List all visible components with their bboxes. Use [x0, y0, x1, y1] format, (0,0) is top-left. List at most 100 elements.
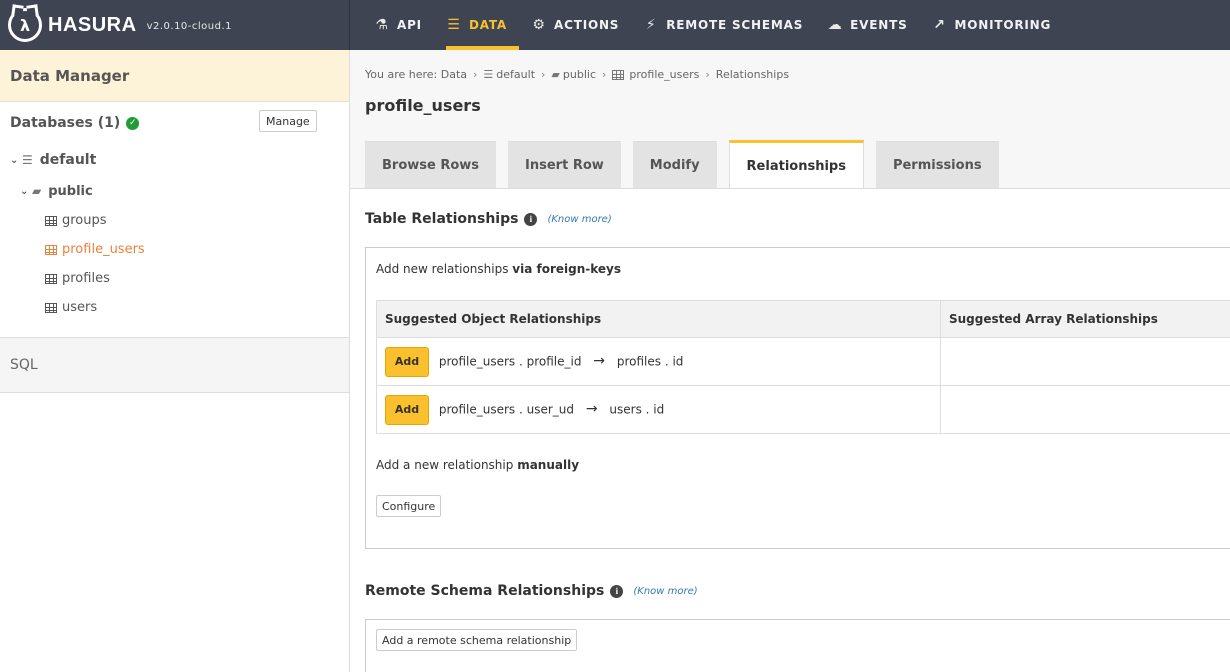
breadcrumb-relationships: Relationships — [715, 68, 790, 81]
object-suggestion-cell: Add profile_users . profile_id → profile… — [376, 337, 941, 386]
know-more-link[interactable]: (Know more) — [633, 586, 697, 597]
table-relationships-title: Table Relationships — [365, 211, 519, 227]
arrow-right-icon: → — [585, 401, 598, 417]
tab-insert-row[interactable]: Insert Row — [508, 141, 621, 189]
add-relationship-button[interactable]: Add — [385, 346, 429, 377]
databases-label: Databases (1) — [10, 115, 121, 131]
fk-prefix: Add new relationships — [376, 262, 509, 276]
database-name: default — [39, 152, 97, 168]
tab-modify[interactable]: Modify — [632, 141, 717, 189]
nav-events-label: EVENTS — [850, 18, 908, 32]
manual-prefix: Add a new relationship — [376, 458, 514, 472]
array-suggestion-cell — [940, 337, 1230, 386]
nav-events[interactable]: ☁ EVENTS — [815, 0, 919, 50]
tree-schema-public[interactable]: ⌄ ▰ public — [0, 176, 349, 206]
page-title: profile_users — [365, 96, 481, 115]
suggested-relationships-table: Suggested Object Relationships Suggested… — [376, 300, 1230, 434]
relationship-to: profiles . id — [616, 354, 684, 368]
table-icon — [45, 215, 57, 226]
breadcrumb: You are here: Data › ☰ default › ▰ publi… — [365, 68, 789, 81]
remote-relationships-box: Add a remote schema relationship — [365, 619, 1230, 672]
database-icon: ☰ — [483, 68, 494, 81]
database-icon: ☰ — [22, 153, 33, 167]
configure-button[interactable]: Configure — [376, 495, 442, 517]
breadcrumb-default[interactable]: default — [496, 68, 535, 81]
brand[interactable]: λ HASURA v2.0.10-cloud.1 — [0, 0, 350, 50]
add-relationship-button[interactable]: Add — [385, 394, 429, 425]
manage-button[interactable]: Manage — [259, 110, 317, 132]
data-manager-header: Data Manager — [0, 50, 349, 102]
info-circle-icon[interactable]: i — [524, 212, 538, 226]
breadcrumb-data[interactable]: Data — [441, 68, 467, 81]
hasura-logo-icon: λ — [8, 8, 42, 42]
breadcrumb-profile-users[interactable]: profile_users — [629, 68, 699, 81]
fk-bold: via foreign-keys — [512, 262, 622, 276]
table-tabs: Browse Rows Insert Row Modify Relationsh… — [365, 140, 1011, 189]
schema-name: public — [48, 183, 93, 199]
folder-open-icon: ▰ — [32, 184, 42, 198]
gears-icon: ⚙ — [532, 17, 546, 33]
col-object-relationships: Suggested Object Relationships — [376, 300, 941, 338]
relationship-from: profile_users . user_ud — [438, 402, 574, 416]
nav-monitoring[interactable]: ↗ MONITORING — [920, 0, 1064, 50]
brand-name: HASURA — [48, 13, 137, 36]
brand-version: v2.0.10-cloud.1 — [146, 20, 233, 32]
table-label: users — [62, 300, 98, 315]
sidebar-table-groups[interactable]: groups — [0, 206, 349, 235]
chevron-down-icon: ⌄ — [10, 154, 19, 166]
nav-api[interactable]: ⚗ API — [362, 0, 434, 50]
foreign-key-relationships-box: Add new relationships via foreign-keys S… — [365, 247, 1230, 549]
array-suggestion-cell — [940, 385, 1230, 434]
nav-api-label: API — [397, 18, 422, 32]
sidebar-sql-link[interactable]: SQL — [0, 337, 349, 393]
plug-icon: ⚡ — [645, 17, 657, 33]
add-remote-schema-relationship-button[interactable]: Add a remote schema relationship — [376, 629, 578, 651]
tab-browse-rows[interactable]: Browse Rows — [365, 141, 497, 189]
table-icon — [612, 69, 625, 80]
relationships-panel: Table Relationships i (Know more) Add ne… — [350, 188, 1230, 672]
sidebar-table-profile-users[interactable]: profile_users — [0, 235, 349, 264]
table-label: profiles — [62, 271, 110, 286]
table-label: profile_users — [62, 242, 145, 257]
table-label: groups — [62, 213, 107, 228]
chevron-down-icon: ⌄ — [20, 185, 29, 197]
nav-actions-label: ACTIONS — [554, 18, 620, 32]
top-navbar: λ HASURA v2.0.10-cloud.1 ⚗ API ☰ DATA ⚙ ACT… — [0, 0, 1230, 50]
info-circle-icon[interactable]: i — [610, 584, 624, 598]
nav-actions[interactable]: ⚙ ACTIONS — [519, 0, 631, 50]
sidebar: Data Manager Databases (1) ✓ Manage ⌄ ☰ … — [0, 50, 350, 672]
fk-description: Add new relationships via foreign-keys — [376, 262, 621, 276]
logo-glyph: λ — [19, 15, 31, 35]
col-array-relationships: Suggested Array Relationships — [940, 300, 1230, 338]
main-content: You are here: Data › ☰ default › ▰ publi… — [350, 50, 1230, 672]
relationship-from: profile_users . profile_id — [438, 354, 582, 368]
breadcrumb-public[interactable]: public — [563, 68, 596, 81]
remote-relationships-title: Remote Schema Relationships — [365, 583, 605, 599]
nav-monitoring-label: MONITORING — [954, 18, 1052, 32]
table-relationships-heading: Table Relationships i (Know more) — [365, 211, 612, 227]
cloud-icon: ☁ — [827, 17, 843, 33]
nav-data-label: DATA — [468, 18, 508, 32]
tree-database-default[interactable]: ⌄ ☰ default — [0, 144, 349, 176]
table-row: Add profile_users . user_ud → users . id — [376, 385, 1230, 434]
manual-bold: manually — [517, 458, 580, 472]
relationship-to: users . id — [609, 402, 665, 416]
sidebar-table-profiles[interactable]: profiles — [0, 264, 349, 293]
table-header-row: Suggested Object Relationships Suggested… — [376, 300, 1230, 338]
flask-icon: ⚗ — [375, 17, 389, 33]
tab-relationships[interactable]: Relationships — [728, 140, 864, 189]
chevron-right-icon: › — [602, 68, 607, 81]
sidebar-table-users[interactable]: users — [0, 293, 349, 322]
nav-remote-schemas-label: REMOTE SCHEMAS — [666, 18, 804, 32]
folder-icon: ▰ — [551, 68, 560, 81]
nav-data[interactable]: ☰ DATA — [434, 0, 520, 50]
tab-permissions[interactable]: Permissions — [875, 141, 999, 189]
check-circle-icon: ✓ — [126, 116, 140, 130]
nav-remote-schemas[interactable]: ⚡ REMOTE SCHEMAS — [631, 0, 815, 50]
chevron-right-icon: › — [541, 68, 546, 81]
main-nav: ⚗ API ☰ DATA ⚙ ACTIONS ⚡ REMOTE SCHEMAS ☁ EVE… — [350, 0, 1063, 50]
know-more-link[interactable]: (Know more) — [547, 214, 611, 225]
object-suggestion-cell: Add profile_users . user_ud → users . id — [376, 385, 941, 434]
chevron-right-icon: › — [705, 68, 710, 81]
table-icon — [45, 244, 57, 255]
